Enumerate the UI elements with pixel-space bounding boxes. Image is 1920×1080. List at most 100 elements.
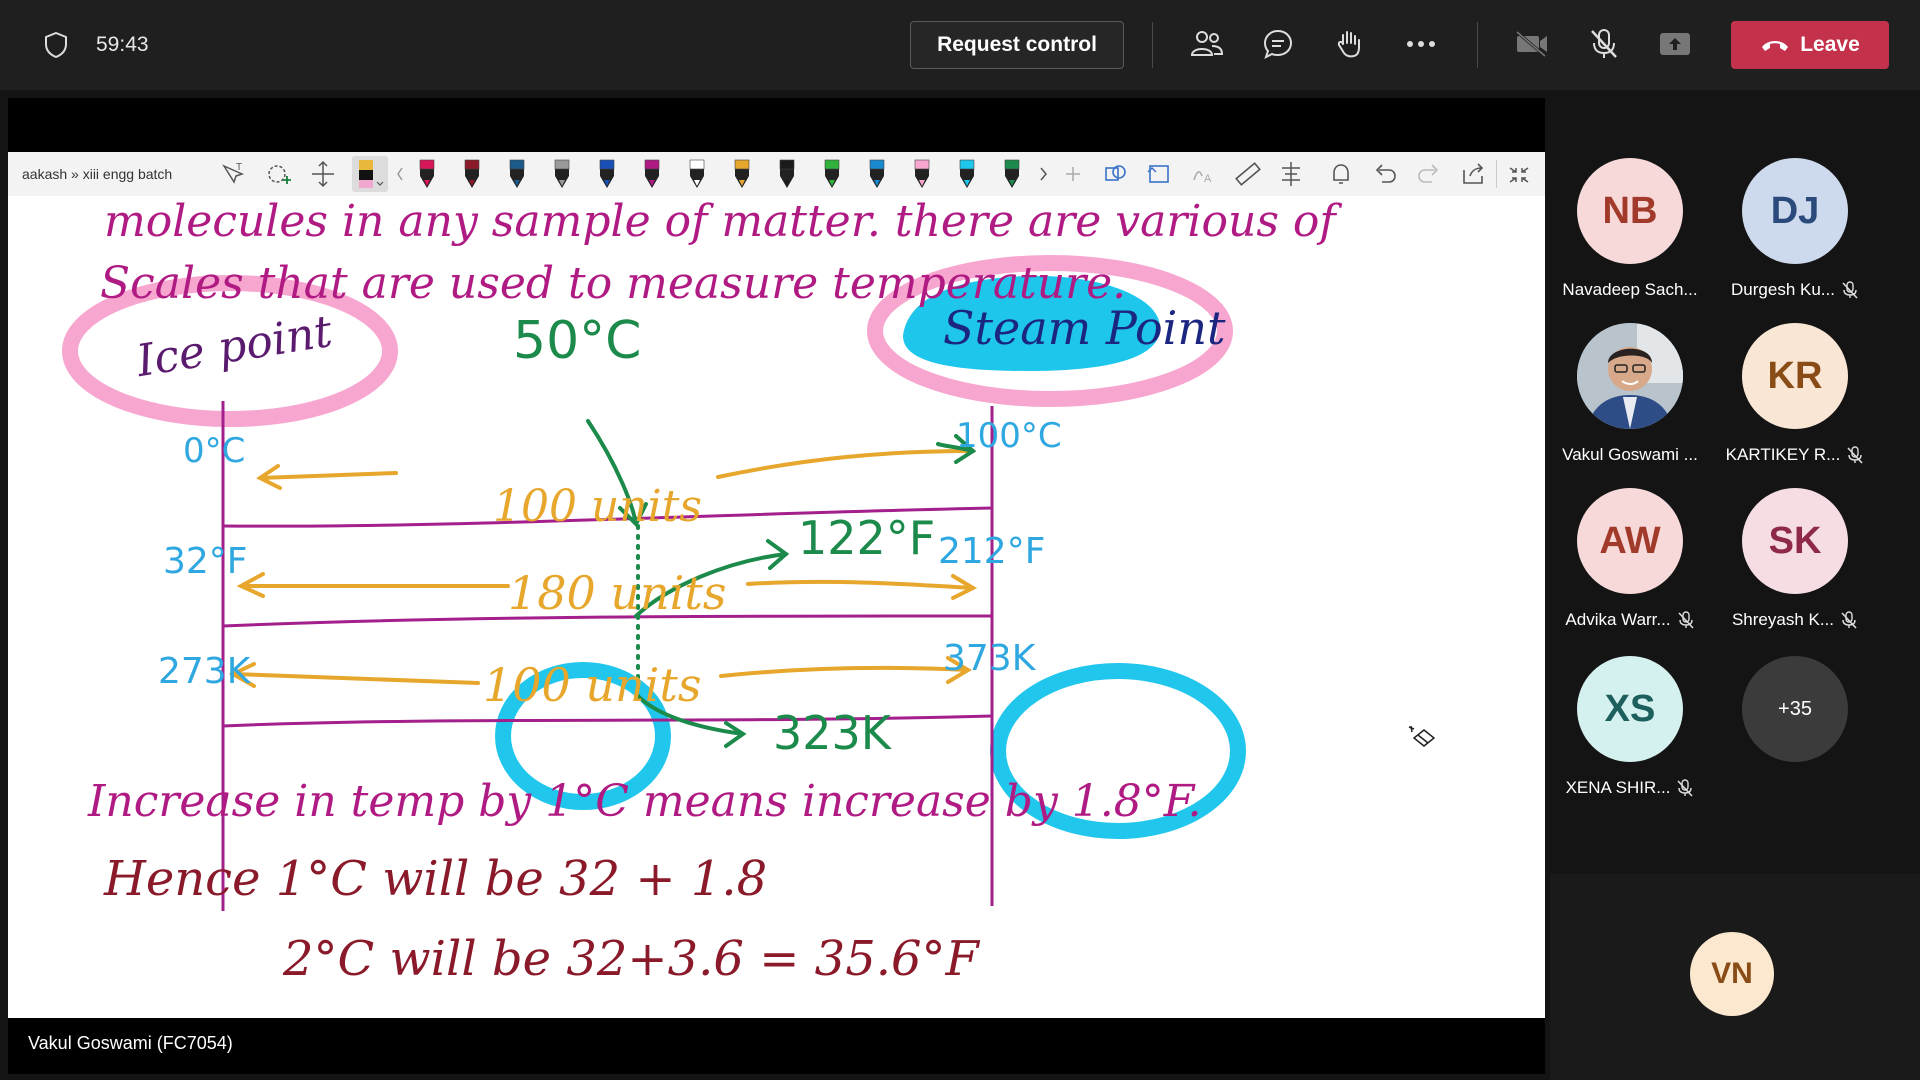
mic-off-icon bbox=[1842, 281, 1858, 299]
insert-space-icon[interactable] bbox=[308, 158, 338, 190]
lasso-add-icon[interactable] bbox=[263, 158, 293, 190]
participant-tile[interactable]: Vakul Goswami ... bbox=[1550, 323, 1710, 483]
more-participants-tile[interactable]: +35 bbox=[1715, 656, 1875, 816]
pen-icon[interactable] bbox=[952, 158, 982, 190]
participant-name: Navadeep Sach... bbox=[1562, 280, 1698, 299]
self-view: VN bbox=[1550, 874, 1920, 1080]
self-avatar[interactable]: VN bbox=[1690, 932, 1774, 1016]
one-eighty-units-label: 180 units bbox=[508, 566, 727, 620]
hence-line: Hence 1°C will be 32 + 1.8 bbox=[104, 851, 768, 907]
avatar: XS bbox=[1577, 656, 1683, 762]
participant-tile[interactable]: DJ Durgesh Ku... bbox=[1715, 158, 1875, 318]
participant-name: Advika Warr... bbox=[1550, 610, 1710, 630]
participant-name: Durgesh Ku... bbox=[1715, 280, 1875, 300]
profile-photo bbox=[1577, 323, 1683, 429]
pen-icon[interactable] bbox=[907, 158, 937, 190]
hundred-units-c-label: 100 units bbox=[493, 481, 702, 532]
pen-icon[interactable] bbox=[502, 158, 532, 190]
whiteboard-canvas[interactable]: molecules in any sample of matter. there… bbox=[8, 196, 1545, 1018]
two-seventy-three-k-label: 273K bbox=[158, 651, 251, 692]
hundred-units-k-label: 100 units bbox=[483, 658, 702, 712]
thirty-two-f-label: 32°F bbox=[163, 541, 248, 582]
scale-lines bbox=[221, 401, 994, 911]
raise-hand-icon[interactable] bbox=[1330, 24, 1370, 64]
chevron-right-icon[interactable] bbox=[1036, 158, 1050, 190]
share-tray-icon[interactable] bbox=[1655, 24, 1695, 64]
svg-text:A: A bbox=[1204, 173, 1212, 185]
ruler-icon[interactable] bbox=[1232, 158, 1262, 190]
avatar: KR bbox=[1742, 323, 1848, 429]
bell-icon[interactable] bbox=[1326, 158, 1356, 190]
leave-label: Leave bbox=[1800, 33, 1860, 56]
chat-icon[interactable] bbox=[1258, 24, 1298, 64]
pen-icon[interactable] bbox=[547, 158, 577, 190]
presenter-name: Vakul Goswami (FC7054) bbox=[28, 1033, 233, 1053]
participant-name: Shreyash K... bbox=[1715, 610, 1875, 630]
pen-icon[interactable] bbox=[862, 158, 892, 190]
two-degree-line: 2°C will be 32+3.6 = 35.6°F bbox=[283, 931, 979, 987]
pen-icon[interactable] bbox=[997, 158, 1027, 190]
selected-pen-slot[interactable] bbox=[352, 156, 388, 192]
participant-name: XENA SHIR... bbox=[1550, 778, 1710, 798]
participant-name: KARTIKEY R... bbox=[1715, 445, 1875, 465]
leave-button[interactable]: Leave bbox=[1731, 21, 1889, 69]
pen-icon[interactable] bbox=[637, 158, 667, 190]
exit-fullscreen-icon[interactable] bbox=[1504, 158, 1534, 190]
meeting-timer: 59:43 bbox=[96, 33, 149, 56]
more-icon[interactable] bbox=[1401, 24, 1441, 64]
add-pen-icon[interactable] bbox=[1058, 158, 1088, 190]
participant-tile[interactable]: AW Advika Warr... bbox=[1550, 488, 1710, 648]
hundred-celsius-label: 100°C bbox=[956, 416, 1062, 456]
text-select-icon[interactable]: T bbox=[218, 158, 248, 190]
pen-icon[interactable] bbox=[772, 158, 802, 190]
ink-to-text-icon[interactable]: A bbox=[1188, 158, 1218, 190]
avatar bbox=[1577, 323, 1683, 429]
divider bbox=[1496, 160, 1497, 188]
participant-tile[interactable]: NB Navadeep Sach... bbox=[1550, 158, 1710, 318]
divider bbox=[1477, 22, 1478, 68]
mic-off-icon bbox=[1841, 611, 1857, 629]
eraser-cursor-icon bbox=[1408, 725, 1436, 747]
pen-icon[interactable] bbox=[682, 158, 712, 190]
redo-icon[interactable] bbox=[1414, 158, 1444, 190]
participant-tile[interactable]: SK Shreyash K... bbox=[1715, 488, 1875, 648]
three-twenty-three-k-label: 323K bbox=[773, 706, 891, 760]
participant-tile[interactable]: KR KARTIKEY R... bbox=[1715, 323, 1875, 483]
request-control-button[interactable]: Request control bbox=[910, 21, 1124, 69]
shield-icon bbox=[45, 32, 67, 58]
whiteboard-toolbar: aakash » xiii engg batch T A bbox=[8, 152, 1545, 197]
pen-icon[interactable] bbox=[457, 158, 487, 190]
participants-panel: NB Navadeep Sach... DJ Durgesh Ku... Vak… bbox=[1550, 98, 1920, 874]
participant-tile[interactable]: XS XENA SHIR... bbox=[1550, 656, 1710, 816]
avatar: AW bbox=[1577, 488, 1683, 594]
undo-icon[interactable] bbox=[1370, 158, 1400, 190]
svg-text:T: T bbox=[236, 162, 242, 173]
phone-hangup-icon bbox=[1762, 41, 1789, 51]
breadcrumb[interactable]: aakash » xiii engg batch bbox=[22, 166, 172, 182]
zero-celsius-label: 0°C bbox=[183, 431, 246, 471]
mic-off-icon[interactable] bbox=[1584, 24, 1624, 64]
shapes-icon[interactable] bbox=[1100, 158, 1130, 190]
more-participants-count: +35 bbox=[1742, 656, 1848, 762]
meeting-top-bar: 59:43 Request control Leave bbox=[0, 0, 1920, 90]
mic-off-icon bbox=[1677, 611, 1694, 629]
divider bbox=[1152, 22, 1153, 68]
shared-screen: aakash » xiii engg batch T A molecules i… bbox=[8, 98, 1545, 1074]
chevron-left-icon[interactable] bbox=[394, 158, 406, 190]
avatar: DJ bbox=[1742, 158, 1848, 264]
mic-off-icon bbox=[1677, 779, 1694, 797]
pen-icon[interactable] bbox=[727, 158, 757, 190]
fifty-celsius-label: 50°C bbox=[513, 311, 642, 371]
one-twenty-two-f-label: 122°F bbox=[798, 511, 936, 565]
pen-icon[interactable] bbox=[412, 158, 442, 190]
camera-off-icon[interactable] bbox=[1512, 24, 1552, 64]
people-icon[interactable] bbox=[1187, 24, 1227, 64]
pen-icon[interactable] bbox=[592, 158, 622, 190]
board-line-1: molecules in any sample of matter. there… bbox=[104, 196, 1336, 247]
pen-icon[interactable] bbox=[817, 158, 847, 190]
avatar: SK bbox=[1742, 488, 1848, 594]
share-icon[interactable] bbox=[1458, 158, 1488, 190]
steam-point-label: Steam Point bbox=[943, 301, 1226, 355]
align-icon[interactable] bbox=[1276, 158, 1306, 190]
ink-to-shape-icon[interactable] bbox=[1144, 158, 1174, 190]
